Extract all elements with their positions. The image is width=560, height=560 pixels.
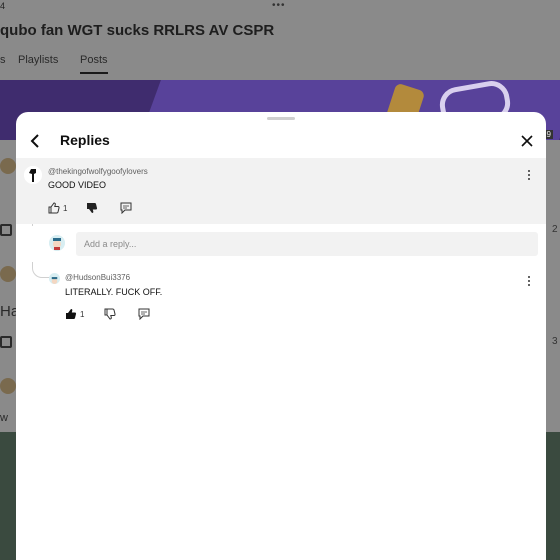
close-button[interactable] bbox=[518, 132, 536, 150]
reply-input[interactable] bbox=[76, 232, 538, 256]
like-icon[interactable] bbox=[0, 224, 12, 236]
channel-title: qubo fan WGT sucks RRLRS AV CSPR bbox=[0, 22, 275, 39]
more-options-button[interactable] bbox=[524, 168, 534, 182]
comment-author[interactable]: @thekingofwolfygoofylovers bbox=[48, 167, 148, 176]
comment-author[interactable]: @HudsonBui3376 bbox=[65, 273, 130, 282]
comment-count: 3 bbox=[552, 336, 558, 347]
tab-posts[interactable]: Posts bbox=[80, 54, 108, 74]
avatar-character-icon bbox=[49, 235, 65, 251]
add-reply-row bbox=[16, 226, 546, 262]
comment-count: 2 bbox=[552, 224, 558, 235]
like-button[interactable]: 1 bbox=[48, 202, 67, 214]
post-text-fragment: w bbox=[0, 412, 8, 424]
comment-text: GOOD VIDEO bbox=[48, 180, 107, 190]
reply-button[interactable] bbox=[138, 308, 150, 320]
status-time: 4 bbox=[0, 1, 6, 11]
thumbs-down-filled-icon bbox=[87, 203, 98, 213]
reply-button[interactable] bbox=[120, 202, 132, 214]
thumbs-up-filled-icon bbox=[66, 309, 77, 319]
comment-bubble-icon bbox=[138, 308, 150, 320]
comment-text: LITERALLY. FUCK OFF. bbox=[65, 287, 163, 297]
avatar-character-icon bbox=[49, 275, 60, 284]
replies-sheet: Replies @thekingofwolfygoofylovers GOOD … bbox=[16, 112, 546, 560]
drag-handle[interactable] bbox=[267, 117, 295, 120]
back-arrow-icon bbox=[30, 134, 39, 148]
avatar[interactable] bbox=[0, 378, 16, 394]
avatar[interactable] bbox=[0, 266, 16, 282]
dislike-button[interactable] bbox=[104, 308, 116, 320]
sheet-header: Replies bbox=[16, 126, 546, 156]
close-icon bbox=[521, 135, 533, 147]
parent-comment: @thekingofwolfygoofylovers GOOD VIDEO 1 bbox=[16, 158, 546, 224]
comment-bubble-icon bbox=[120, 202, 132, 214]
multitask-dots-icon[interactable]: ••• bbox=[272, 0, 286, 11]
more-options-button[interactable] bbox=[524, 274, 534, 288]
sheet-title: Replies bbox=[60, 132, 110, 148]
avatar[interactable] bbox=[49, 273, 60, 284]
avatar-silhouette-icon bbox=[24, 166, 42, 184]
thumbs-up-outline-icon bbox=[48, 202, 60, 214]
current-user-avatar bbox=[49, 235, 65, 251]
avatar[interactable] bbox=[24, 166, 42, 184]
channel-tabs: Playlists Posts bbox=[0, 54, 560, 74]
like-count: 1 bbox=[63, 203, 68, 213]
thumbs-down-outline-icon bbox=[104, 308, 116, 320]
tab-playlists[interactable]: Playlists bbox=[18, 54, 58, 66]
dislike-button[interactable] bbox=[86, 202, 98, 214]
like-button[interactable]: 1 bbox=[65, 308, 84, 320]
back-button[interactable] bbox=[26, 132, 44, 150]
avatar[interactable] bbox=[0, 158, 16, 174]
like-icon[interactable] bbox=[0, 336, 12, 348]
reply-comment: @HudsonBui3376 LITERALLY. FUCK OFF. 1 bbox=[16, 264, 546, 334]
like-count: 1 bbox=[80, 309, 85, 319]
